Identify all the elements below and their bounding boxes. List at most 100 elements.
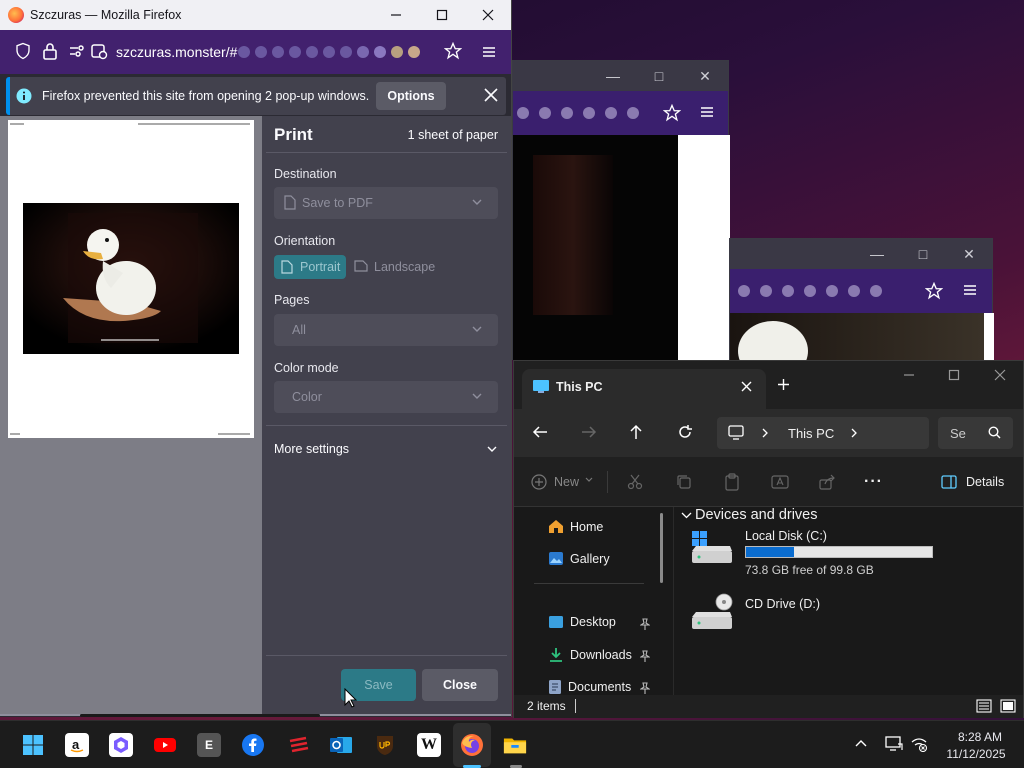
bookmark-star-icon[interactable] <box>663 104 681 122</box>
background-window-titlebar[interactable]: — □ ✕ <box>513 61 728 91</box>
cut-icon[interactable] <box>627 474 643 490</box>
file-explorer-window[interactable]: This PC This PC Se New ··· Details Home … <box>513 360 1024 718</box>
page-info-icon[interactable] <box>90 42 108 60</box>
chevron-up-icon[interactable] <box>855 739 867 747</box>
firefox-window[interactable]: Szczuras — Mozilla Firefox szczuras.mons… <box>0 0 512 717</box>
close-button[interactable] <box>465 0 511 30</box>
amazon-icon[interactable]: a <box>65 733 89 757</box>
monitor-sync-icon[interactable] <box>885 736 903 752</box>
sidebar-item-documents[interactable]: Documents <box>548 679 631 695</box>
chevron-down-icon[interactable] <box>487 445 497 453</box>
share-icon[interactable] <box>819 474 835 490</box>
minimize-button[interactable] <box>903 369 915 381</box>
url-text[interactable]: szczuras.monster/# <box>116 44 237 60</box>
network-disconnected-icon[interactable] <box>910 736 928 752</box>
start-button[interactable] <box>21 733 45 757</box>
copy-icon[interactable] <box>676 474 692 490</box>
landscape-radio[interactable]: Landscape <box>352 255 444 279</box>
destination-select[interactable]: Save to PDF <box>274 187 498 219</box>
rename-icon[interactable] <box>771 474 789 490</box>
ups-icon[interactable] <box>373 733 397 757</box>
new-plus-icon[interactable] <box>531 474 547 490</box>
maximize-button[interactable] <box>419 0 465 30</box>
more-settings-toggle[interactable]: More settings <box>274 442 349 456</box>
disk-usage-fill <box>746 547 795 557</box>
portrait-label: Portrait <box>300 260 341 274</box>
print-settings-panel: Print 1 sheet of paper Destination Save … <box>262 116 511 714</box>
download-icon <box>550 648 562 662</box>
maximize-icon[interactable]: □ <box>900 239 946 269</box>
options-button[interactable]: Options <box>376 82 446 110</box>
outlook-icon[interactable] <box>329 733 353 757</box>
minimize-icon[interactable]: — <box>854 239 900 269</box>
chevron-down-icon[interactable] <box>681 512 692 520</box>
maximize-icon[interactable]: □ <box>636 61 682 91</box>
chevron-right-icon[interactable] <box>851 428 858 438</box>
sidebar-item-downloads[interactable]: Downloads <box>548 647 632 663</box>
background-window-titlebar[interactable]: — □ ✕ <box>730 239 992 269</box>
drive-c[interactable]: Local Disk (C:) 73.8 GB free of 99.8 GB <box>690 529 990 581</box>
menu-icon[interactable] <box>962 282 978 298</box>
epic-games-icon[interactable]: E <box>197 733 221 757</box>
ticketing-app-icon[interactable] <box>287 733 311 757</box>
search-input[interactable]: Se <box>938 417 1013 449</box>
background-page-photo <box>730 313 984 361</box>
minimize-button[interactable] <box>373 0 419 30</box>
forward-arrow-icon[interactable] <box>581 425 597 439</box>
chevron-right-icon[interactable] <box>762 428 769 438</box>
breadcrumb[interactable]: This PC <box>717 417 929 449</box>
search-icon[interactable] <box>988 426 1001 439</box>
background-firefox-window-1[interactable]: — □ ✕ <box>512 60 730 361</box>
refresh-icon[interactable] <box>677 424 693 440</box>
close-button[interactable] <box>994 369 1006 381</box>
background-firefox-window-2[interactable]: — □ ✕ <box>729 238 994 361</box>
back-arrow-icon[interactable] <box>532 425 548 439</box>
minimize-icon[interactable]: — <box>590 61 636 91</box>
details-button[interactable]: Details <box>966 475 1004 489</box>
close-icon[interactable] <box>741 381 752 392</box>
color-mode-select[interactable]: Color <box>274 381 498 413</box>
wikipedia-icon[interactable]: W <box>417 733 441 757</box>
pages-select[interactable]: All <box>274 314 498 346</box>
bookmark-star-icon[interactable] <box>925 282 943 300</box>
clock-date[interactable]: 11/12/2025 <box>942 747 1010 761</box>
permissions-icon[interactable] <box>68 42 86 60</box>
more-options-button[interactable]: ··· <box>864 473 883 491</box>
firefox-titlebar[interactable]: Szczuras — Mozilla Firefox <box>0 0 511 30</box>
bookmark-star-icon[interactable] <box>444 42 462 60</box>
sidebar-item-desktop[interactable]: Desktop <box>548 615 616 629</box>
tab-this-pc[interactable]: This PC <box>522 369 766 409</box>
lock-icon[interactable] <box>42 42 58 60</box>
sidebar-item-gallery[interactable]: Gallery <box>548 551 610 566</box>
portrait-radio[interactable]: Portrait <box>274 255 346 279</box>
sidebar-scrollbar[interactable] <box>660 513 663 583</box>
paste-icon[interactable] <box>724 473 740 491</box>
facebook-icon[interactable] <box>241 733 265 757</box>
shield-icon[interactable] <box>14 42 32 60</box>
pages-value: All <box>292 323 306 337</box>
firefox-icon[interactable] <box>460 733 484 757</box>
file-explorer-icon[interactable] <box>503 733 527 757</box>
new-button[interactable]: New <box>554 475 579 489</box>
tiles-view-icon[interactable] <box>1000 699 1016 713</box>
drive-d[interactable]: CD Drive (D:) <box>690 593 990 637</box>
clock-time[interactable]: 8:28 AM <box>950 730 1010 744</box>
close-button[interactable]: Close <box>422 669 498 701</box>
taskbar: a E W 8:28 AM 11/12/2025 <box>0 720 1024 768</box>
details-view-icon[interactable] <box>976 699 992 713</box>
up-arrow-icon[interactable] <box>629 424 643 440</box>
menu-icon[interactable] <box>699 104 715 120</box>
sidebar-item-home[interactable]: Home <box>548 519 603 534</box>
copilot-icon[interactable] <box>109 733 133 757</box>
close-icon[interactable] <box>484 88 498 102</box>
maximize-button[interactable] <box>948 369 960 381</box>
close-icon[interactable]: ✕ <box>682 61 728 91</box>
youtube-icon[interactable] <box>153 733 177 757</box>
pages-label: Pages <box>274 293 310 307</box>
details-pane-icon[interactable] <box>941 475 957 489</box>
menu-icon[interactable] <box>481 44 497 60</box>
close-icon[interactable]: ✕ <box>946 239 992 269</box>
new-tab-icon[interactable] <box>777 378 790 391</box>
breadcrumb-this-pc[interactable]: This PC <box>788 426 834 441</box>
horizontal-scrollbar[interactable] <box>80 714 320 717</box>
